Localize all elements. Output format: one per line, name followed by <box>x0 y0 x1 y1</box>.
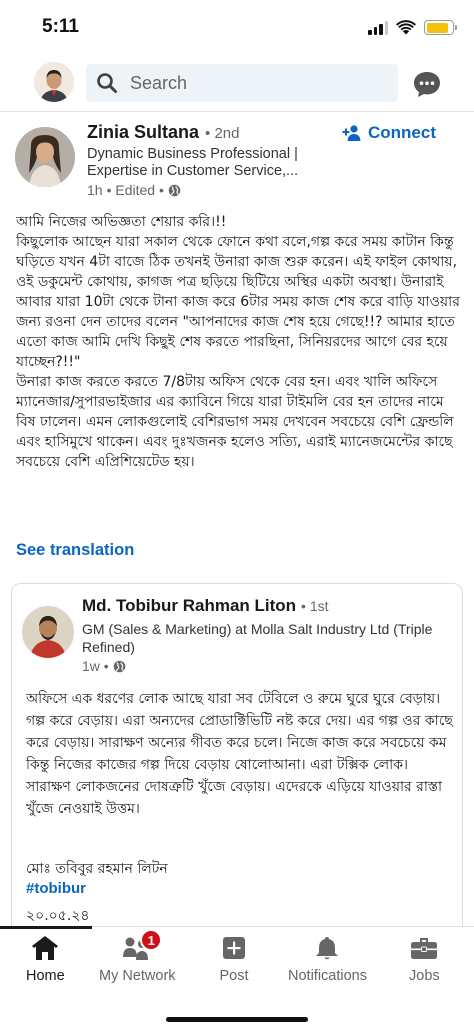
search-bar[interactable] <box>86 64 398 102</box>
add-person-icon <box>342 125 361 141</box>
nav-item-home[interactable]: Home <box>26 933 65 984</box>
messaging-icon[interactable] <box>412 70 442 98</box>
post-edited: • Edited • <box>106 182 164 198</box>
nav-label-jobs: Jobs <box>409 968 440 984</box>
nav-item-post[interactable]: Post <box>219 933 249 984</box>
search-icon <box>97 73 117 93</box>
post-paragraph: কিছুলোক আছেন যারা সকাল থেকে ফোনে কথা বলে… <box>16 234 460 370</box>
search-input[interactable] <box>130 72 370 94</box>
reshared-post-meta: 1w • <box>82 658 126 674</box>
notification-badge: 1 <box>140 929 163 951</box>
reshared-author-name-row: Md. Tobibur Rahman Liton • 1st <box>82 596 329 616</box>
see-translation-link[interactable]: See translation <box>16 541 134 560</box>
status-icons <box>368 20 457 35</box>
reshared-author-name[interactable]: Md. Tobibur Rahman Liton <box>82 596 296 616</box>
battery-level <box>426 22 448 33</box>
post-paragraph: আমি নিজের অভিজ্ঞতা শেয়ার করি।!! <box>16 214 227 230</box>
globe-icon <box>168 184 181 196</box>
post-paragraph: উনারা কাজ করতে করতে 7/8টায় অফিস থেকে বে… <box>16 374 454 470</box>
reshared-author-headline: GM (Sales & Marketing) at Molla Salt Ind… <box>82 621 433 655</box>
wifi-icon <box>396 20 416 35</box>
post-icon <box>223 937 245 959</box>
connect-button[interactable]: Connect <box>342 123 436 143</box>
nav-item-notifications[interactable]: Notifications <box>288 933 367 984</box>
nav-label-post: Post <box>219 968 249 984</box>
author-avatar[interactable] <box>15 127 75 187</box>
my-profile-avatar[interactable] <box>34 62 74 102</box>
reshared-post-body: অফিসে এক ধরণের লোক আছে যারা সব টেবিলে ও … <box>26 691 453 817</box>
author-name-row: Zinia Sultana • 2nd <box>87 122 239 143</box>
reshared-date: ২০.০৫.২৪ <box>26 908 90 924</box>
status-time: 5:11 <box>42 16 79 37</box>
author-headline: Dynamic Business Professional | Expertis… <box>87 146 299 179</box>
cellular-signal-icon <box>368 20 388 35</box>
home-icon <box>32 936 59 960</box>
nav-label-home: Home <box>26 968 65 984</box>
nav-label-my-network: My Network <box>99 968 176 984</box>
post-time: 1h <box>87 182 103 198</box>
bell-icon <box>316 937 339 960</box>
nav-item-jobs[interactable]: Jobs <box>409 933 440 984</box>
home-indicator[interactable] <box>166 1017 308 1022</box>
top-nav <box>0 56 474 112</box>
active-tab-indicator <box>0 926 92 929</box>
reshared-post-card[interactable]: Md. Tobibur Rahman Liton • 1st GM (Sales… <box>11 583 463 943</box>
post-body: আমি নিজের অভিজ্ঞতা শেয়ার করি।!! কিছুলোক… <box>16 212 460 472</box>
nav-label-notifications: Notifications <box>288 968 367 984</box>
bottom-nav: Home 1 My Network Post Notifications Job… <box>0 926 474 1026</box>
reshared-author-avatar[interactable] <box>22 606 74 658</box>
reshared-signature: মোঃ তবিবুর রহমান লিটন <box>26 861 168 877</box>
author-name[interactable]: Zinia Sultana <box>87 122 199 143</box>
nav-item-my-network[interactable]: 1 My Network <box>99 929 176 984</box>
reshared-post-time: 1w • <box>82 658 109 674</box>
connect-label: Connect <box>368 123 436 142</box>
post-meta: 1h • Edited • <box>87 182 181 198</box>
status-bar: 5:11 <box>0 0 474 56</box>
hashtag-link[interactable]: #tobibur <box>26 880 86 897</box>
reshared-connection-degree: • 1st <box>301 598 329 614</box>
briefcase-icon <box>411 938 438 959</box>
globe-icon <box>113 660 125 672</box>
connection-degree: • 2nd <box>205 125 240 142</box>
battery-icon <box>424 20 457 35</box>
